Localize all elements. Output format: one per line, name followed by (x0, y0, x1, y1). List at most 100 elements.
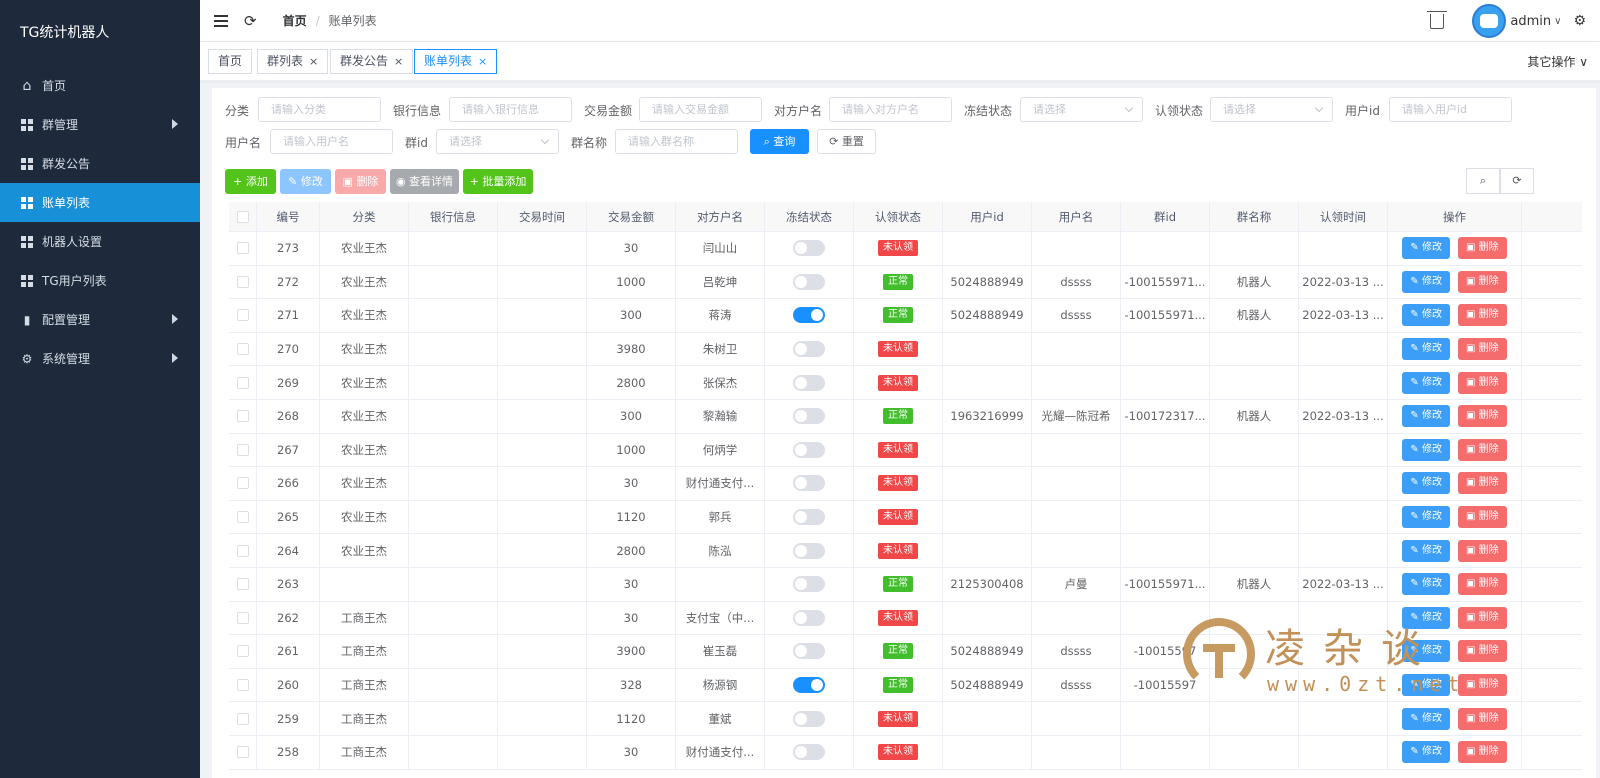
row-edit-button[interactable]: ✎ 修改 (1402, 371, 1450, 394)
row-delete-button[interactable]: ▣ 删除 (1457, 741, 1507, 764)
select-all-checkbox[interactable] (236, 210, 249, 223)
refresh-icon[interactable]: ⟳ (244, 12, 257, 30)
row-checkbox[interactable] (236, 544, 249, 557)
trash-icon[interactable] (1427, 10, 1448, 29)
row-checkbox[interactable] (236, 746, 249, 759)
claim-status-select[interactable]: 请选择 (1210, 97, 1333, 122)
row-delete-button[interactable]: ▣ 删除 (1457, 539, 1507, 562)
close-icon[interactable]: × (478, 55, 487, 68)
row-edit-button[interactable]: ✎ 修改 (1402, 338, 1450, 361)
row-delete-button[interactable]: ▣ 删除 (1457, 674, 1507, 697)
close-icon[interactable]: × (309, 55, 318, 68)
row-edit-button[interactable]: ✎ 修改 (1402, 237, 1450, 260)
row-checkbox[interactable] (236, 376, 249, 389)
breadcrumb-home[interactable]: 首页 (283, 12, 307, 29)
row-delete-button[interactable]: ▣ 删除 (1457, 270, 1507, 293)
freeze-toggle[interactable] (793, 576, 825, 593)
freeze-toggle[interactable] (793, 475, 825, 492)
freeze-toggle[interactable] (793, 542, 825, 559)
avatar[interactable] (1472, 4, 1507, 38)
category-input[interactable]: 请输入分类 (258, 97, 381, 122)
row-edit-button[interactable]: ✎ 修改 (1402, 640, 1450, 663)
sidebar-item-7[interactable]: ⚙ 系统管理 (0, 339, 200, 378)
row-edit-button[interactable]: ✎ 修改 (1402, 741, 1450, 764)
row-edit-button[interactable]: ✎ 修改 (1402, 606, 1450, 629)
row-edit-button[interactable]: ✎ 修改 (1402, 539, 1450, 562)
row-edit-button[interactable]: ✎ 修改 (1402, 707, 1450, 730)
add-button[interactable]: + 添加 (225, 169, 276, 194)
row-delete-button[interactable]: ▣ 删除 (1457, 707, 1507, 730)
view-detail-button[interactable]: ◉ 查看详情 (390, 169, 459, 194)
freeze-toggle[interactable] (793, 240, 825, 257)
row-checkbox[interactable] (236, 712, 249, 725)
row-edit-button[interactable]: ✎ 修改 (1402, 405, 1450, 428)
refresh-table-button[interactable]: ⟳ (1500, 168, 1534, 194)
group-name-input[interactable]: 请输入群名称 (615, 129, 738, 154)
freeze-toggle[interactable] (793, 441, 825, 458)
tag-2[interactable]: 群发公告 × (330, 49, 414, 74)
sidebar-item-6[interactable]: ▮ 配置管理 (0, 300, 200, 339)
tag-3[interactable]: 账单列表 × (414, 49, 498, 74)
batch-add-button[interactable]: + 批量添加 (463, 169, 533, 194)
row-checkbox[interactable] (236, 242, 249, 255)
amount-input[interactable]: 请输入交易金额 (639, 97, 762, 122)
row-delete-button[interactable]: ▣ 删除 (1457, 405, 1507, 428)
row-edit-button[interactable]: ✎ 修改 (1402, 438, 1450, 461)
row-delete-button[interactable]: ▣ 删除 (1457, 438, 1507, 461)
row-delete-button[interactable]: ▣ 删除 (1457, 640, 1507, 663)
username-input[interactable]: 请输入用户名 (270, 129, 393, 154)
sidebar-item-3[interactable]: 账单列表 (0, 183, 200, 222)
search-button[interactable]: ⌕ 查询 (750, 129, 809, 154)
freeze-toggle[interactable] (793, 677, 825, 694)
row-delete-button[interactable]: ▣ 删除 (1457, 237, 1507, 260)
row-delete-button[interactable]: ▣ 删除 (1457, 304, 1507, 327)
freeze-toggle[interactable] (793, 509, 825, 526)
freeze-toggle[interactable] (793, 643, 825, 660)
sidebar-item-0[interactable]: ⌂ 首页 (0, 66, 200, 105)
tag-1[interactable]: 群列表 × (257, 49, 329, 74)
row-delete-button[interactable]: ▣ 删除 (1457, 371, 1507, 394)
row-checkbox[interactable] (236, 343, 249, 356)
row-checkbox[interactable] (236, 309, 249, 322)
freeze-toggle[interactable] (793, 307, 825, 324)
row-checkbox[interactable] (236, 410, 249, 423)
chevron-down-icon[interactable]: ∨ (1554, 16, 1561, 27)
row-checkbox[interactable] (236, 443, 249, 456)
row-checkbox[interactable] (236, 578, 249, 591)
sidebar-item-4[interactable]: 机器人设置 (0, 222, 200, 261)
edit-button[interactable]: ✎ 修改 (280, 169, 331, 194)
counterparty-input[interactable]: 请输入对方户名 (829, 97, 952, 122)
row-checkbox[interactable] (236, 477, 249, 490)
user-id-input[interactable]: 请输入用户id (1389, 97, 1512, 122)
row-edit-button[interactable]: ✎ 修改 (1402, 573, 1450, 596)
freeze-toggle[interactable] (793, 744, 825, 761)
row-edit-button[interactable]: ✎ 修改 (1402, 506, 1450, 529)
freeze-toggle[interactable] (793, 710, 825, 727)
row-edit-button[interactable]: ✎ 修改 (1402, 270, 1450, 293)
row-checkbox[interactable] (236, 275, 249, 288)
row-checkbox[interactable] (236, 679, 249, 692)
freeze-toggle[interactable] (793, 374, 825, 391)
freeze-status-select[interactable]: 请选择 (1020, 97, 1143, 122)
toggle-search-button[interactable]: ⌕ (1466, 168, 1500, 194)
hamburger-icon[interactable] (214, 14, 228, 27)
group-id-select[interactable]: 请选择 (436, 129, 559, 154)
freeze-toggle[interactable] (793, 341, 825, 358)
row-checkbox[interactable] (236, 645, 249, 658)
gear-icon[interactable]: ⚙ (1573, 13, 1586, 29)
row-edit-button[interactable]: ✎ 修改 (1402, 472, 1450, 495)
close-icon[interactable]: × (394, 55, 403, 68)
row-checkbox[interactable] (236, 611, 249, 624)
sidebar-item-2[interactable]: 群发公告 (0, 144, 200, 183)
freeze-toggle[interactable] (793, 408, 825, 425)
row-delete-button[interactable]: ▣ 删除 (1457, 606, 1507, 629)
delete-button[interactable]: ▣ 删除 (335, 169, 386, 194)
freeze-toggle[interactable] (793, 609, 825, 626)
row-edit-button[interactable]: ✎ 修改 (1402, 674, 1450, 697)
user-name[interactable]: admin (1510, 14, 1551, 29)
row-delete-button[interactable]: ▣ 删除 (1457, 472, 1507, 495)
reset-button[interactable]: ⟳ 重置 (817, 129, 876, 154)
sidebar-item-1[interactable]: 群管理 (0, 105, 200, 144)
other-ops-dropdown[interactable]: 其它操作 ∨ (1527, 53, 1588, 70)
row-edit-button[interactable]: ✎ 修改 (1402, 304, 1450, 327)
